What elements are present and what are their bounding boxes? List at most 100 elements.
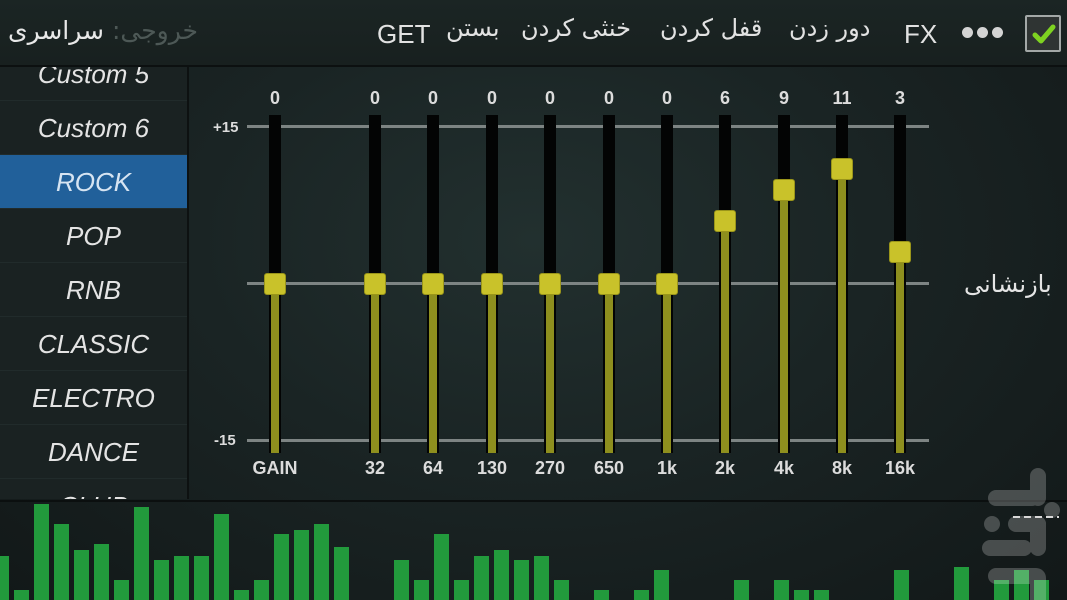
band-value: 9 [778, 88, 789, 108]
slider-knob[interactable] [714, 209, 736, 232]
equalizer-panel: +15 -15 0 GAIN 0 32 0 64 0 130 0 270 0 650 0 1k 6 2k 9 4k… [191, 67, 1067, 499]
slider-knob[interactable] [539, 272, 561, 295]
band-label: 130 [476, 458, 508, 478]
band-label: 4k [773, 458, 795, 478]
spectrum-bar [474, 556, 489, 600]
spectrum-bar [454, 580, 469, 600]
band-label: 8k [831, 458, 853, 478]
slider-270[interactable] [539, 115, 561, 453]
preset-item-custom-6[interactable]: Custom 6 [0, 101, 187, 155]
preset-item-pop[interactable]: POP [0, 209, 187, 263]
reset-button[interactable]: بازنشانی [964, 270, 1052, 298]
slider-knob[interactable] [264, 272, 286, 295]
slider-fill [605, 283, 613, 453]
spectrum-bar [954, 567, 969, 600]
menu-close[interactable]: بستن [446, 14, 500, 42]
spectrum-bar [114, 580, 129, 600]
band-value: 0 [661, 88, 672, 108]
slider-fill [896, 252, 904, 453]
band-value: 0 [603, 88, 614, 108]
slider-knob[interactable] [364, 272, 386, 295]
spectrum-bar [54, 524, 69, 600]
band-value: 0 [427, 88, 438, 108]
gridline-zero [247, 282, 929, 285]
band-label: 270 [534, 458, 566, 478]
spectrum-bar [1034, 580, 1049, 600]
spectrum-bar [534, 556, 549, 600]
slider-fill [721, 220, 729, 453]
slider-1k[interactable] [656, 115, 678, 453]
slider-8k[interactable] [831, 115, 853, 453]
preset-item-club[interactable]: CLUB [0, 479, 187, 499]
slider-knob[interactable] [656, 272, 678, 295]
slider-64[interactable] [422, 115, 444, 453]
preset-item-classic[interactable]: CLASSIC [0, 317, 187, 371]
spectrum-bar [254, 580, 269, 600]
spectrum-bar [94, 544, 109, 600]
preset-item-custom-5[interactable]: Custom 5 [0, 67, 187, 101]
slider-16k[interactable] [889, 115, 911, 453]
watermark-dash [1013, 516, 1059, 518]
slider-4k[interactable] [773, 115, 795, 453]
band-label: 2k [714, 458, 736, 478]
enable-checkbox[interactable] [1025, 15, 1061, 52]
band-label: 16k [884, 458, 916, 478]
band-label: 64 [422, 458, 444, 478]
slider-2k[interactable] [714, 115, 736, 453]
top-bar: خروجی: سراسری GET بستن خنثی کردن قفل کرد… [0, 0, 1067, 67]
band-label: 32 [364, 458, 386, 478]
output-selector[interactable]: خروجی: سراسری [8, 16, 198, 45]
spectrum-bar [314, 524, 329, 600]
preset-item-rnb[interactable]: RNB [0, 263, 187, 317]
slider-knob[interactable] [422, 272, 444, 295]
menu-fx[interactable]: FX [904, 19, 937, 50]
menu-bypass[interactable]: دور زدن [789, 14, 870, 42]
slider-knob[interactable] [831, 157, 853, 180]
spectrum-visualizer [0, 500, 1067, 600]
gridline-min [247, 439, 929, 442]
menu-neutralize[interactable]: خنثی کردن [521, 14, 631, 42]
spectrum-bar [74, 550, 89, 600]
menu-get[interactable]: GET [377, 19, 430, 50]
output-value: سراسری [8, 16, 104, 45]
spectrum-bar [214, 514, 229, 600]
band-value: 6 [719, 88, 730, 108]
more-dots-icon[interactable] [962, 27, 1003, 38]
slider-fill [271, 283, 279, 453]
slider-knob[interactable] [598, 272, 620, 295]
slider-knob[interactable] [773, 178, 795, 201]
spectrum-bar [154, 560, 169, 600]
menu-lock[interactable]: قفل کردن [660, 14, 762, 42]
spectrum-bar [194, 556, 209, 600]
slider-130[interactable] [481, 115, 503, 453]
slider-gain[interactable] [264, 115, 286, 453]
spectrum-bar [34, 504, 49, 600]
slider-fill [780, 189, 788, 453]
spectrum-bar [394, 560, 409, 600]
preset-item-rock[interactable]: ROCK [0, 155, 187, 209]
band-label: 1k [656, 458, 678, 478]
scale-max-label: +15 [213, 119, 239, 136]
band-value: 0 [269, 88, 280, 108]
slider-650[interactable] [598, 115, 620, 453]
slider-knob[interactable] [481, 272, 503, 295]
output-label: خروجی: [111, 16, 198, 45]
slider-fill [663, 283, 671, 453]
spectrum-bar [634, 590, 649, 600]
spectrum-bar [0, 556, 9, 600]
spectrum-bar [434, 534, 449, 600]
preset-list[interactable]: Custom 5 Custom 6 ROCK POP RNB CLASSIC ELECTRO… [0, 67, 189, 499]
slider-fill [429, 283, 437, 453]
spectrum-bar [234, 590, 249, 600]
spectrum-bar [134, 507, 149, 600]
spectrum-bar [894, 570, 909, 600]
slider-32[interactable] [364, 115, 386, 453]
band-value: 0 [486, 88, 497, 108]
slider-knob[interactable] [889, 241, 911, 264]
preset-item-electro[interactable]: ELECTRO [0, 371, 187, 425]
spectrum-bar [414, 580, 429, 600]
preset-item-dance[interactable]: DANCE [0, 425, 187, 479]
spectrum-bar [814, 590, 829, 600]
band-value: 3 [894, 88, 905, 108]
slider-fill [488, 283, 496, 453]
